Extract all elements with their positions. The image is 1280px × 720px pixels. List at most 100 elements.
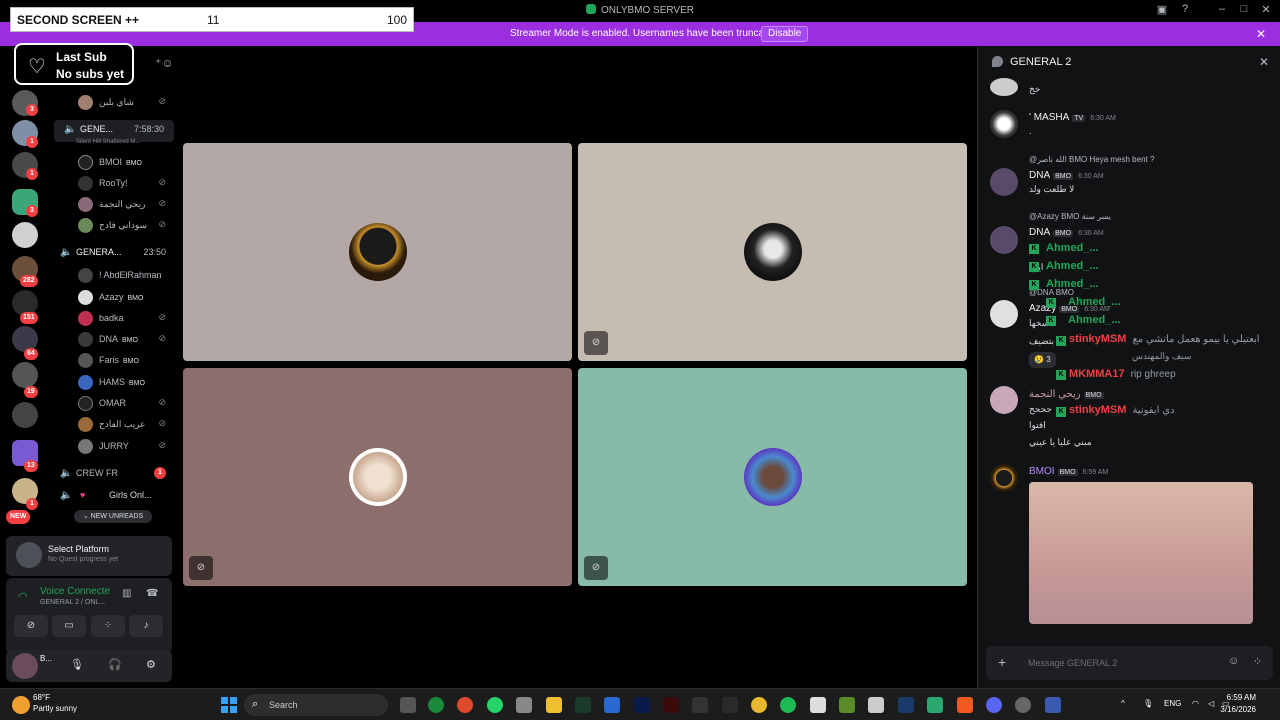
- avatar[interactable]: [990, 226, 1018, 254]
- xbox-icon[interactable]: [428, 697, 444, 713]
- close-banner-icon[interactable]: ✕: [1256, 27, 1266, 41]
- volume-icon[interactable]: ◁: [1208, 699, 1214, 708]
- gear-icon[interactable]: ⚙: [146, 658, 156, 671]
- avatar: [78, 417, 93, 432]
- voice-member[interactable]: HAMS BMO: [50, 372, 176, 393]
- plus-icon[interactable]: +: [998, 654, 1006, 670]
- steam-icon[interactable]: [898, 697, 914, 713]
- voice-channel-general-2[interactable]: 🔈 GENERA... 23:50: [50, 243, 176, 263]
- app-icon[interactable]: [692, 697, 708, 713]
- video-tile[interactable]: [183, 143, 572, 361]
- spotify-icon[interactable]: [780, 697, 796, 713]
- quest-panel[interactable]: Select Platform No Quest progress yet: [6, 536, 172, 576]
- apps-icon[interactable]: ⁘: [1253, 655, 1262, 668]
- avatar[interactable]: [12, 653, 38, 679]
- store-icon[interactable]: [868, 697, 884, 713]
- voice-member[interactable]: badka ⊘: [50, 308, 176, 329]
- microphone-icon[interactable]: 🎙: [70, 658, 84, 671]
- avatar[interactable]: [990, 78, 1018, 96]
- chevron-up-icon[interactable]: ^: [1121, 699, 1125, 708]
- close-window-icon[interactable]: ✕: [1258, 3, 1274, 16]
- close-chat-icon[interactable]: ✕: [1259, 55, 1269, 69]
- avatar: [78, 197, 93, 212]
- photos-icon[interactable]: [604, 697, 620, 713]
- voice-member[interactable]: BMOI BMO: [50, 152, 176, 173]
- reaction-pill[interactable]: 😢 3: [1029, 352, 1056, 368]
- activities-button[interactable]: ⁘: [91, 615, 125, 637]
- chrome-icon[interactable]: [751, 697, 767, 713]
- browser-icon[interactable]: [457, 697, 473, 713]
- settings-icon[interactable]: [1015, 697, 1031, 713]
- avatar[interactable]: [990, 386, 1018, 414]
- photoshop-icon[interactable]: [634, 697, 650, 713]
- muted-icon: ⊘: [158, 198, 166, 208]
- screen-share-button[interactable]: ▭: [52, 615, 86, 637]
- help-icon[interactable]: ?: [1177, 3, 1193, 15]
- voice-member[interactable]: عريب الفادح ⊘: [50, 414, 176, 435]
- voice-channel-girls[interactable]: 🔈 ♥ Girls Onl...: [50, 486, 176, 506]
- minecraft-icon[interactable]: [839, 697, 855, 713]
- headphones-icon[interactable]: 🎧: [108, 658, 122, 671]
- voice-member[interactable]: Faris BMO: [50, 350, 176, 371]
- video-tile[interactable]: ⊘: [578, 143, 967, 361]
- obs-icon[interactable]: [927, 697, 943, 713]
- muted-icon: ⊘: [189, 556, 213, 580]
- video-tile[interactable]: ⊘: [183, 368, 572, 586]
- voice-member[interactable]: OMAR ⊘: [50, 393, 176, 414]
- voice-member[interactable]: DNA BMO ⊘: [50, 329, 176, 350]
- message-input[interactable]: [1028, 655, 1208, 671]
- voice-member[interactable]: ! AbdElRahman: [50, 265, 176, 286]
- avatar[interactable]: [990, 464, 1018, 492]
- voice-member[interactable]: JURRY ⊘: [50, 436, 176, 457]
- voice-member[interactable]: شاي بلبن ⊘: [50, 92, 176, 113]
- disable-streamer-button[interactable]: Disable: [761, 26, 809, 42]
- voice-member[interactable]: ريحي النجمة ⊘: [50, 194, 176, 215]
- minimize-icon[interactable]: –: [1214, 3, 1230, 15]
- muted-icon: ⊘: [158, 440, 166, 450]
- voice-member[interactable]: سوداني فادح ⊘: [50, 215, 176, 236]
- avatar[interactable]: [990, 300, 1018, 328]
- taskbar-search[interactable]: ⌕ Search: [244, 694, 388, 716]
- avatar[interactable]: [990, 168, 1018, 196]
- emoji-icon[interactable]: ☺: [1228, 655, 1239, 667]
- wifi-icon[interactable]: ◠: [1192, 699, 1199, 708]
- inbox-icon[interactable]: ▣: [1154, 3, 1170, 16]
- avatar: [78, 155, 93, 170]
- server-icon[interactable]: [12, 402, 38, 428]
- new-badge[interactable]: NEW: [6, 510, 31, 524]
- vpn-icon[interactable]: [1045, 697, 1061, 713]
- noise-suppression-icon[interactable]: ▥: [122, 588, 131, 599]
- notepad-icon[interactable]: [810, 697, 826, 713]
- avatar: [78, 396, 93, 411]
- speaker-icon: 🔈: [60, 247, 73, 258]
- disconnect-icon[interactable]: ☎: [146, 588, 158, 599]
- maximize-icon[interactable]: □: [1236, 3, 1252, 15]
- muted-icon: ⊘: [158, 418, 166, 428]
- mention-badge: 19: [24, 386, 38, 398]
- terminal-icon[interactable]: [575, 697, 591, 713]
- camera-off-button[interactable]: ⊘: [14, 615, 48, 637]
- illustrator-icon[interactable]: [663, 697, 679, 713]
- microphone-icon[interactable]: 🎙: [1143, 699, 1153, 708]
- new-unreads-pill[interactable]: ⌄ NEW UNREADS: [74, 510, 152, 523]
- discord-icon[interactable]: [986, 697, 1002, 713]
- weather-icon[interactable]: [12, 696, 30, 714]
- voice-channel-crew[interactable]: 🔈 CREW FR 1: [50, 464, 176, 484]
- server-icon[interactable]: [12, 222, 38, 248]
- voice-member[interactable]: Azazy BMO: [50, 287, 176, 308]
- brave-icon[interactable]: [957, 697, 973, 713]
- voice-member[interactable]: RooTy! ⊘: [50, 173, 176, 194]
- image-attachment[interactable]: [1029, 482, 1253, 624]
- avatar[interactable]: [990, 110, 1018, 138]
- avatar: [78, 439, 93, 454]
- add-friend-icon[interactable]: ⁺☺: [155, 56, 174, 70]
- windows-start-icon[interactable]: [221, 697, 237, 713]
- whatsapp-icon[interactable]: [487, 697, 503, 713]
- camera-icon[interactable]: [516, 697, 532, 713]
- task-view-icon[interactable]: [400, 697, 416, 713]
- server-icon[interactable]: [12, 362, 38, 388]
- video-tile[interactable]: ⊘: [578, 368, 967, 586]
- epic-games-icon[interactable]: [722, 697, 738, 713]
- folder-icon[interactable]: [546, 697, 562, 713]
- soundboard-button[interactable]: ♪: [129, 615, 163, 637]
